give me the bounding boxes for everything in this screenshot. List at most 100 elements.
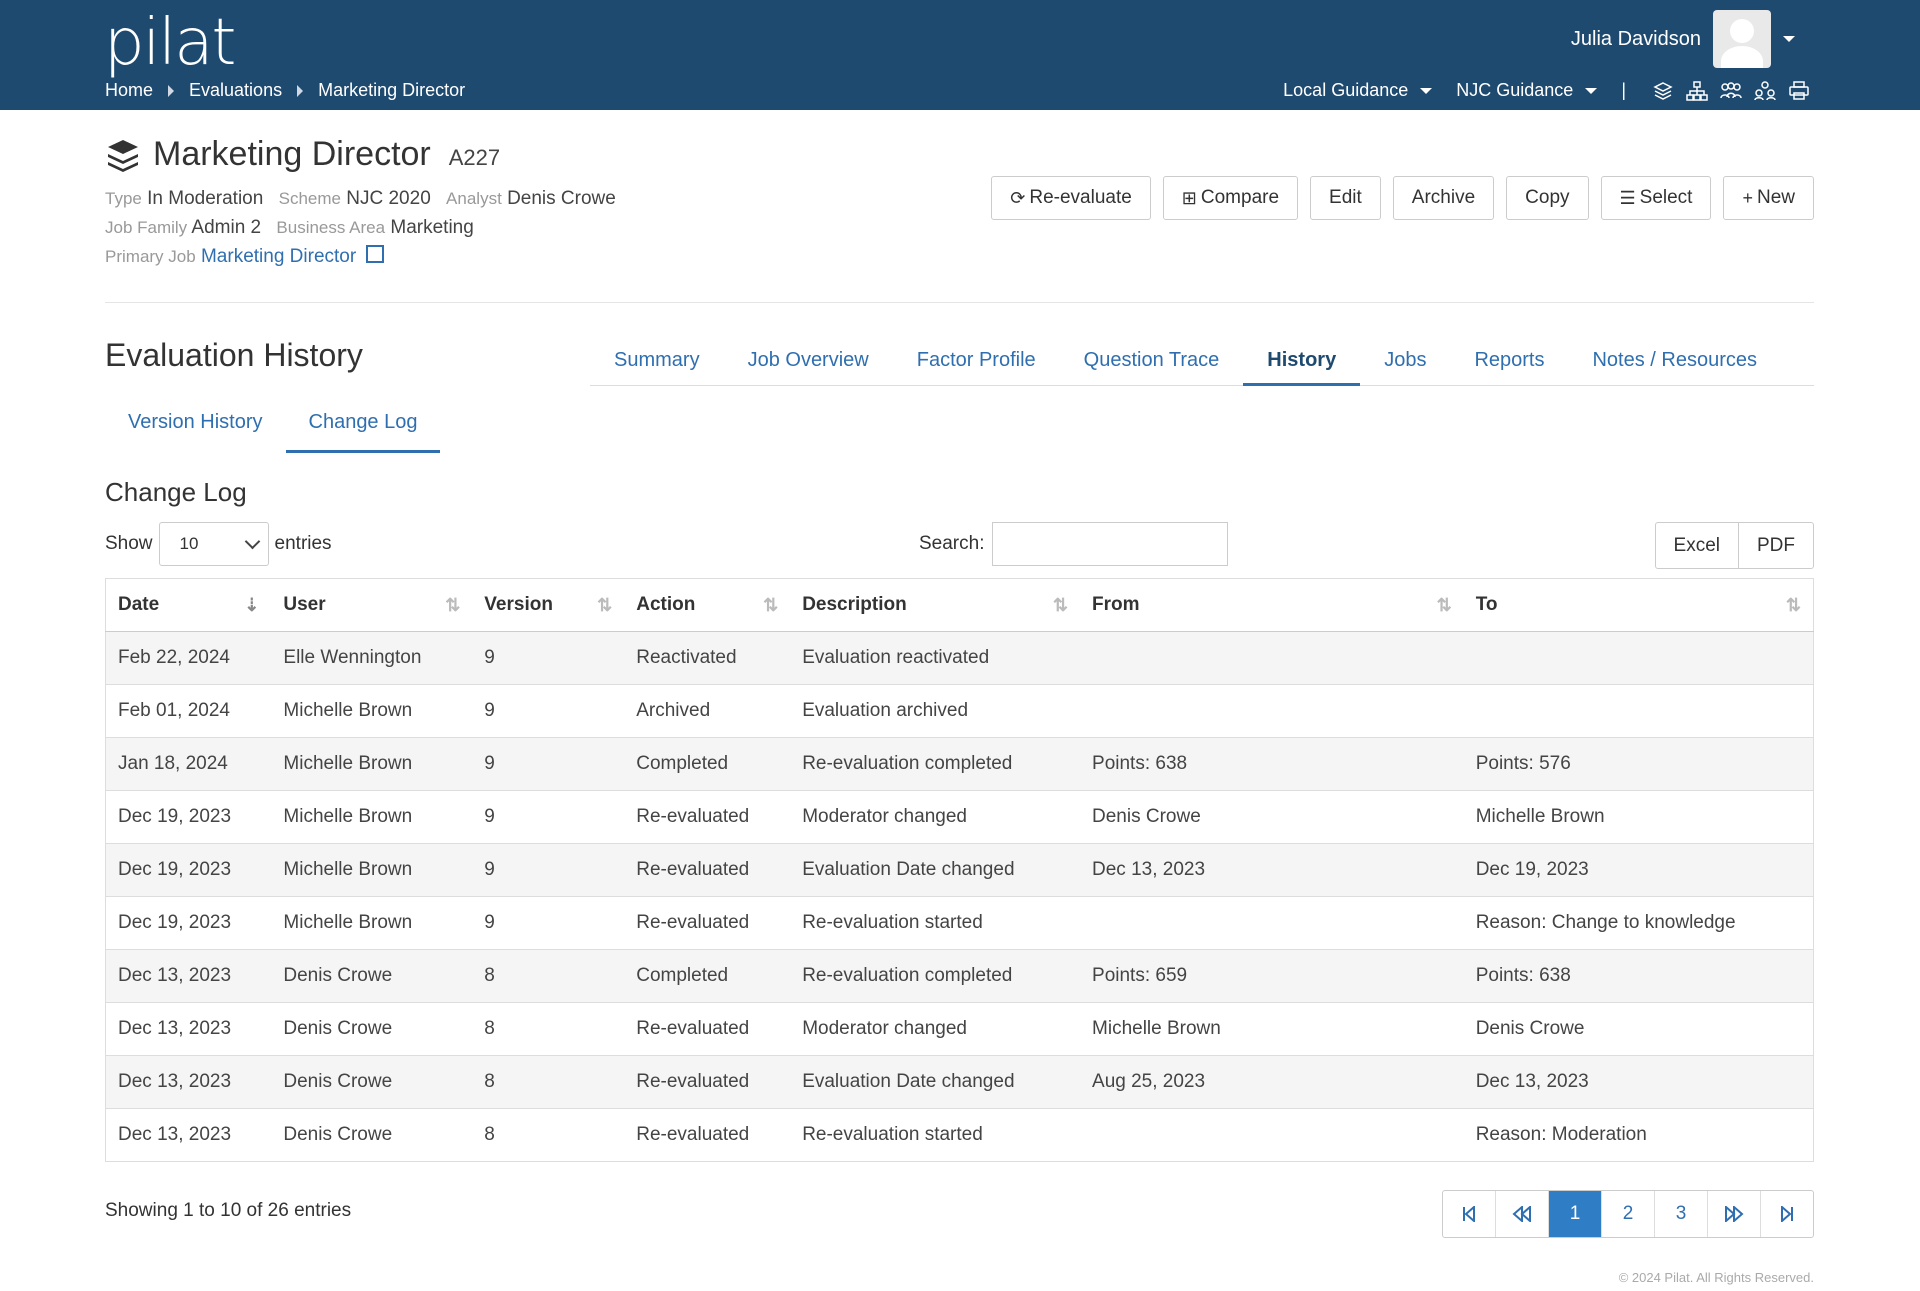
last-page-button[interactable] [1760,1191,1813,1237]
primary-job-link[interactable]: Marketing Director [201,246,356,267]
column-header-date[interactable]: Date ⇣ [105,578,272,632]
sort-icon[interactable]: ⇅ [445,595,460,616]
select-label: Select [1639,187,1693,208]
cell-description: Re-evaluation started [790,896,1081,950]
cell-user: Denis Crowe [271,1055,473,1109]
cell-from [1080,896,1464,950]
column-header-to[interactable]: To ⇅ [1463,578,1814,632]
copy-button[interactable]: Copy [1506,176,1589,220]
chevron-down-icon [244,533,260,550]
page-button-3[interactable]: 3 [1654,1191,1707,1237]
next-page-button[interactable] [1707,1191,1760,1237]
cell-action: Re-evaluated [624,896,791,950]
user-menu[interactable]: Julia Davidson [1571,10,1795,68]
cell-to: Dec 13, 2023 [1463,1055,1814,1109]
cell-version: 8 [472,1055,625,1109]
plus-icon: + [1742,187,1753,208]
cell-user: Michelle Brown [271,790,473,844]
history-subtabs: Version History Change Log [105,405,441,453]
tab-question-trace[interactable]: Question Trace [1060,344,1244,385]
local-guidance-dropdown[interactable]: Local Guidance [1283,80,1433,101]
action-toolbar: ⟳ Re-evaluate ⊞ Compare Edit Archive Copy … [979,176,1814,220]
re-evaluate-label: Re-evaluate [1029,187,1132,208]
sort-icon[interactable]: ⇅ [597,595,612,616]
cell-to: Michelle Brown [1463,790,1814,844]
cell-from [1080,1108,1464,1162]
avatar[interactable] [1713,10,1771,68]
select-button[interactable]: ☰ Select [1600,176,1712,220]
tab-factor-profile[interactable]: Factor Profile [893,344,1060,385]
tab-reports[interactable]: Reports [1450,344,1568,385]
new-button[interactable]: + New [1723,176,1814,220]
cell-date: Jan 18, 2024 [105,737,272,791]
column-header-version[interactable]: Version ⇅ [472,578,625,632]
cell-to [1463,631,1814,685]
tab-summary[interactable]: Summary [590,344,724,385]
first-page-button[interactable] [1443,1191,1495,1237]
caret-down-icon [1585,87,1598,94]
chevron-right-icon [168,84,175,97]
entries-label: entries [274,533,332,554]
njc-guidance-dropdown[interactable]: NJC Guidance [1456,80,1598,101]
table-header-row: Date ⇣ User ⇅ Version ⇅ Action ⇅ Description ⇅ Fro… [105,578,1814,632]
top-header: pilat Home Evaluations Marketing Directo… [0,0,1920,110]
page-button-1[interactable]: 1 [1548,1191,1601,1237]
column-header-from[interactable]: From ⇅ [1080,578,1464,632]
cell-description: Moderator changed [790,790,1081,844]
cell-version: 8 [472,1108,625,1162]
users-icon[interactable] [1720,81,1742,101]
sort-desc-icon[interactable]: ⇣ [244,595,259,616]
archive-button[interactable]: Archive [1392,176,1495,220]
export-buttons: Excel PDF [1654,522,1814,569]
sort-icon[interactable]: ⇅ [1786,595,1801,616]
cell-user: Michelle Brown [271,843,473,897]
njc-guidance-label: NJC Guidance [1456,80,1574,100]
subtab-change-log[interactable]: Change Log [285,405,441,453]
cell-date: Dec 19, 2023 [105,896,272,950]
previous-page-icon [1512,1206,1531,1222]
table-info: Showing 1 to 10 of 26 entries [105,1200,352,1221]
subtab-version-history[interactable]: Version History [105,405,286,447]
tab-jobs[interactable]: Jobs [1360,344,1450,385]
sort-icon[interactable]: ⇅ [763,595,778,616]
cell-from: Michelle Brown [1080,1002,1464,1056]
page-length-value: 10 [179,534,199,553]
cell-user: Michelle Brown [271,684,473,738]
column-header-user[interactable]: User ⇅ [271,578,473,632]
sort-icon[interactable]: ⇅ [1437,595,1452,616]
external-link-icon[interactable] [366,245,385,263]
tab-job-overview[interactable]: Job Overview [724,344,893,385]
breadcrumb: Home Evaluations Marketing Director [105,80,465,101]
excel-button[interactable]: Excel [1656,523,1738,568]
job-family-label: Job Family [105,218,188,237]
cell-description: Re-evaluation completed [790,949,1081,1003]
layers-icon[interactable] [1652,81,1674,101]
edit-button[interactable]: Edit [1310,176,1381,220]
tab-history[interactable]: History [1243,344,1361,386]
pdf-button[interactable]: PDF [1738,523,1813,568]
cell-date: Feb 22, 2024 [105,631,272,685]
breadcrumb-home[interactable]: Home [105,80,153,101]
cell-date: Dec 13, 2023 [105,1108,272,1162]
caret-down-icon[interactable] [1783,36,1795,42]
tab-notes-resources[interactable]: Notes / Resources [1568,344,1781,385]
page-length-select[interactable]: 10 [158,522,269,566]
evaluation-code: A227 [448,145,501,170]
sort-icon[interactable]: ⇅ [1053,595,1068,616]
cell-description: Evaluation reactivated [790,631,1081,685]
column-header-description[interactable]: Description ⇅ [790,578,1081,632]
page-button-2[interactable]: 2 [1601,1191,1654,1237]
scheme-link[interactable]: NJC 2020 [346,188,431,209]
cell-description: Re-evaluation started [790,1108,1081,1162]
search-input[interactable] [992,522,1229,566]
re-evaluate-button[interactable]: ⟳ Re-evaluate [991,176,1151,220]
change-log-title: Change Log [105,477,247,507]
print-icon[interactable] [1788,80,1810,101]
column-header-action[interactable]: Action ⇅ [624,578,791,632]
group-icon[interactable] [1754,80,1776,101]
org-chart-icon[interactable] [1686,80,1708,101]
logo[interactable]: pilat [104,6,236,80]
compare-button[interactable]: ⊞ Compare [1162,176,1299,220]
previous-page-button[interactable] [1495,1191,1548,1237]
breadcrumb-evaluations[interactable]: Evaluations [189,80,282,101]
